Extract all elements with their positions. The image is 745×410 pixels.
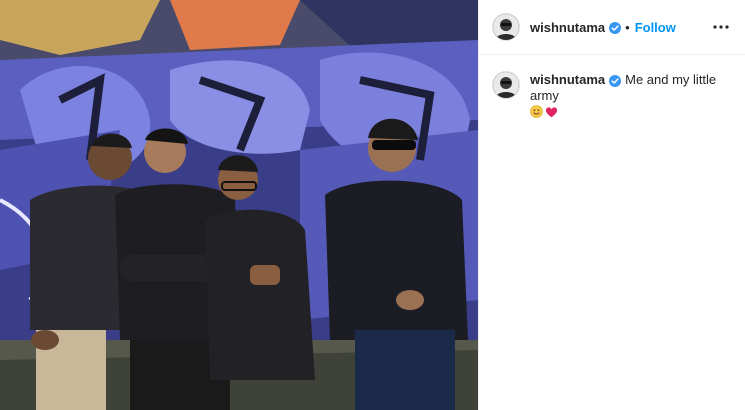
post-sidebar: wishnutama • Follow wishnutama Me and my… (478, 0, 745, 410)
red-heart-icon (545, 106, 558, 117)
verified-badge-icon (609, 21, 622, 34)
follow-button[interactable]: Follow (635, 20, 676, 35)
post-header: wishnutama • Follow (479, 0, 745, 55)
post-caption: wishnutama Me and my little army (479, 55, 745, 118)
caption-username[interactable]: wishnutama (530, 72, 605, 87)
separator-dot: • (625, 19, 630, 35)
verified-badge-icon (609, 74, 622, 87)
header-username[interactable]: wishnutama (530, 20, 605, 35)
avatar[interactable] (493, 14, 519, 40)
caption-body: wishnutama Me and my little army (530, 72, 731, 118)
avatar-photo (493, 14, 519, 40)
instagram-post: wishnutama • Follow wishnutama Me and my… (0, 0, 745, 410)
caption-avatar[interactable] (493, 72, 519, 98)
avatar-photo (493, 72, 519, 98)
smiling-face-icon (530, 105, 543, 118)
group-photo-graffiti (0, 0, 478, 410)
more-options-icon[interactable] (709, 17, 733, 37)
caption-emojis (530, 105, 731, 118)
post-image[interactable] (0, 0, 478, 410)
